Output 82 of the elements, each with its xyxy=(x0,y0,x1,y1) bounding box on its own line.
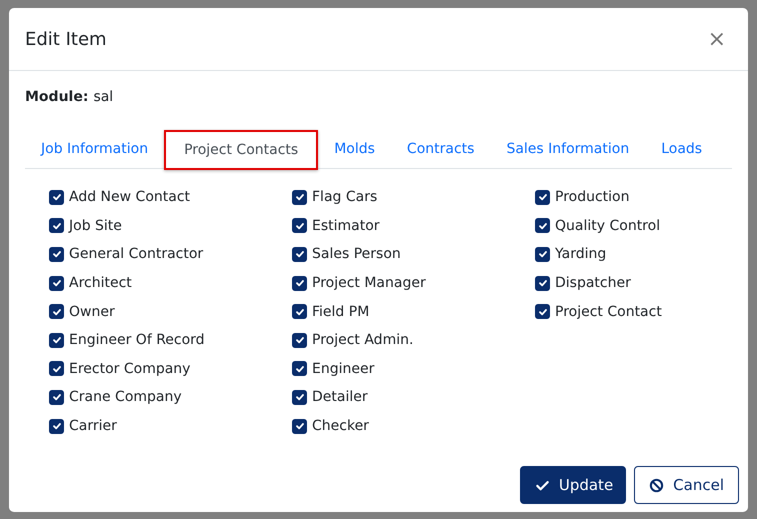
checkbox[interactable] xyxy=(292,304,307,320)
check-icon xyxy=(294,364,304,374)
checkbox[interactable] xyxy=(292,361,307,376)
check-icon xyxy=(294,220,304,231)
checkbox[interactable] xyxy=(49,304,64,320)
check-icon xyxy=(52,421,62,432)
checkbox-label: Architect xyxy=(69,275,132,292)
update-button[interactable]: Update xyxy=(520,466,626,504)
checkbox-label: Detailer xyxy=(312,389,368,406)
checkbox[interactable] xyxy=(535,276,550,291)
checkbox-label: Yarding xyxy=(555,246,606,262)
check-icon xyxy=(52,335,62,346)
module-label: Module: xyxy=(25,89,88,105)
checkbox-label: Engineer xyxy=(312,360,374,377)
checkbox-label: Flag Cars xyxy=(312,189,378,206)
checkbox-label: Checker xyxy=(312,418,369,434)
checkbox[interactable] xyxy=(49,246,64,262)
checkbox-label: Production xyxy=(555,189,630,206)
checkbox-label: Carrier xyxy=(69,418,117,434)
checkbox[interactable] xyxy=(49,418,64,434)
check-icon xyxy=(52,392,62,402)
checkbox[interactable] xyxy=(49,276,64,291)
tab[interactable]: Loads xyxy=(645,130,718,168)
check-icon xyxy=(52,192,62,202)
checkbox[interactable] xyxy=(292,332,307,348)
check-icon xyxy=(52,278,62,288)
checkbox[interactable] xyxy=(49,190,64,205)
checkbox-label: Engineer Of Record xyxy=(69,332,205,348)
check-icon xyxy=(538,220,548,231)
check-icon xyxy=(294,249,304,260)
checkbox[interactable] xyxy=(292,276,307,291)
checkbox-label: Crane Company xyxy=(69,389,182,406)
check-icon xyxy=(538,306,548,317)
check-icon xyxy=(52,364,62,374)
ban-icon xyxy=(649,478,664,492)
checkbox[interactable] xyxy=(292,218,307,234)
tab[interactable]: Contracts xyxy=(390,130,490,168)
checkbox[interactable] xyxy=(535,218,550,234)
check-icon xyxy=(52,249,62,260)
checkbox-label: Erector Company xyxy=(69,360,190,377)
checkbox-label: Dispatcher xyxy=(555,275,631,292)
checkbox-label: Job Site xyxy=(69,218,122,234)
checkbox[interactable] xyxy=(535,304,550,320)
checkbox[interactable] xyxy=(49,332,64,348)
checkbox[interactable] xyxy=(535,246,550,262)
module-value: sal xyxy=(93,89,114,105)
tab[interactable]: Job Information xyxy=(25,130,164,168)
checkbox-label: General Contractor xyxy=(69,246,204,262)
checkbox-label: Add New Contact xyxy=(69,189,190,206)
check-icon xyxy=(294,335,304,346)
checkbox-label: Field PM xyxy=(312,304,370,320)
check-icon xyxy=(294,392,304,402)
checkbox-label: Estimator xyxy=(312,218,380,234)
checkbox-label: Owner xyxy=(69,304,115,320)
check-icon xyxy=(294,192,304,202)
tab[interactable]: Molds xyxy=(318,130,391,168)
checkbox-label: Project Contact xyxy=(555,304,662,320)
check-icon xyxy=(294,278,304,288)
checkbox[interactable] xyxy=(49,218,64,234)
checkbox[interactable] xyxy=(535,190,550,205)
checkbox[interactable] xyxy=(49,390,64,405)
close-button[interactable]: × xyxy=(702,26,732,52)
check-icon xyxy=(52,220,62,231)
tab[interactable]: Project Contacts xyxy=(164,130,318,170)
check-icon xyxy=(294,421,304,432)
checkbox-label: Project Manager xyxy=(312,275,426,292)
check-icon xyxy=(538,192,548,202)
checkbox[interactable] xyxy=(292,390,307,405)
checkbox[interactable] xyxy=(49,361,64,376)
checkbox[interactable] xyxy=(292,418,307,434)
check-icon xyxy=(538,249,548,260)
checkbox-label: Sales Person xyxy=(312,246,401,262)
cancel-button[interactable]: Cancel xyxy=(634,466,739,504)
checkbox[interactable] xyxy=(292,190,307,205)
checkbox[interactable] xyxy=(292,246,307,262)
tab[interactable]: Sales Information xyxy=(490,130,646,168)
dialog-title: Edit Item xyxy=(25,28,107,50)
checkbox-label: Quality Control xyxy=(555,218,660,234)
checkbox-label: Project Admin. xyxy=(312,332,414,348)
check-icon xyxy=(294,306,304,317)
check-icon xyxy=(52,306,62,317)
check-icon xyxy=(538,278,548,288)
